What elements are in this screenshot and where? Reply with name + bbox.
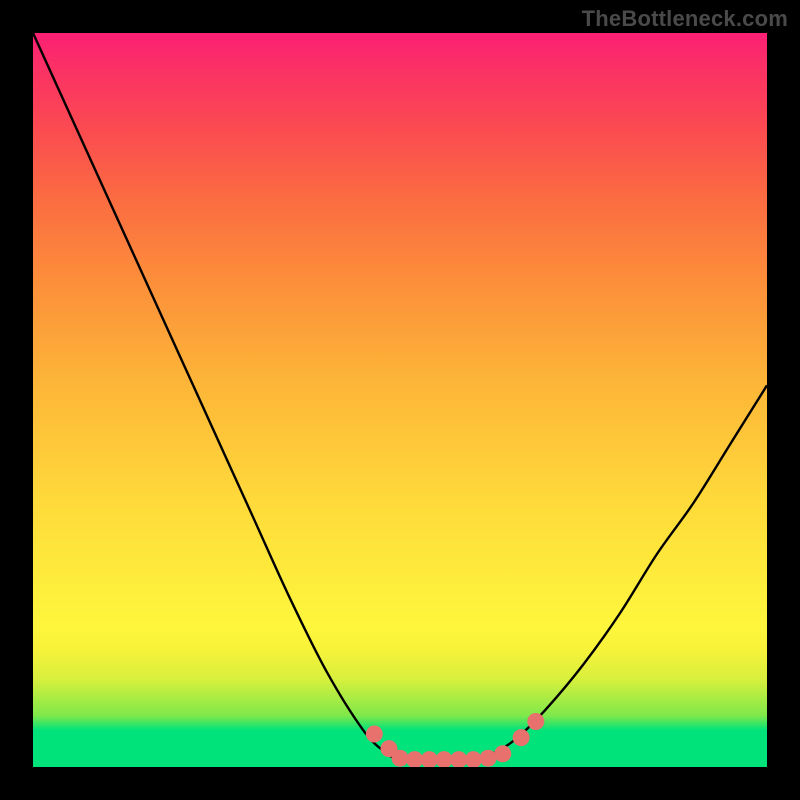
chart-overlay [33,33,767,767]
curve-markers [366,713,544,767]
bottleneck-curve [33,33,767,760]
curve-marker [421,751,438,767]
curve-marker [494,745,511,762]
curve-marker [465,751,482,767]
curve-marker [480,750,497,767]
chart-frame: TheBottleneck.com [0,0,800,800]
curve-marker [366,725,383,742]
curve-marker [406,751,423,767]
curve-marker [436,751,453,767]
curve-marker [450,751,467,767]
watermark-text: TheBottleneck.com [582,6,788,32]
curve-marker [527,713,544,730]
curve-marker [513,729,530,746]
curve-marker [392,750,409,767]
